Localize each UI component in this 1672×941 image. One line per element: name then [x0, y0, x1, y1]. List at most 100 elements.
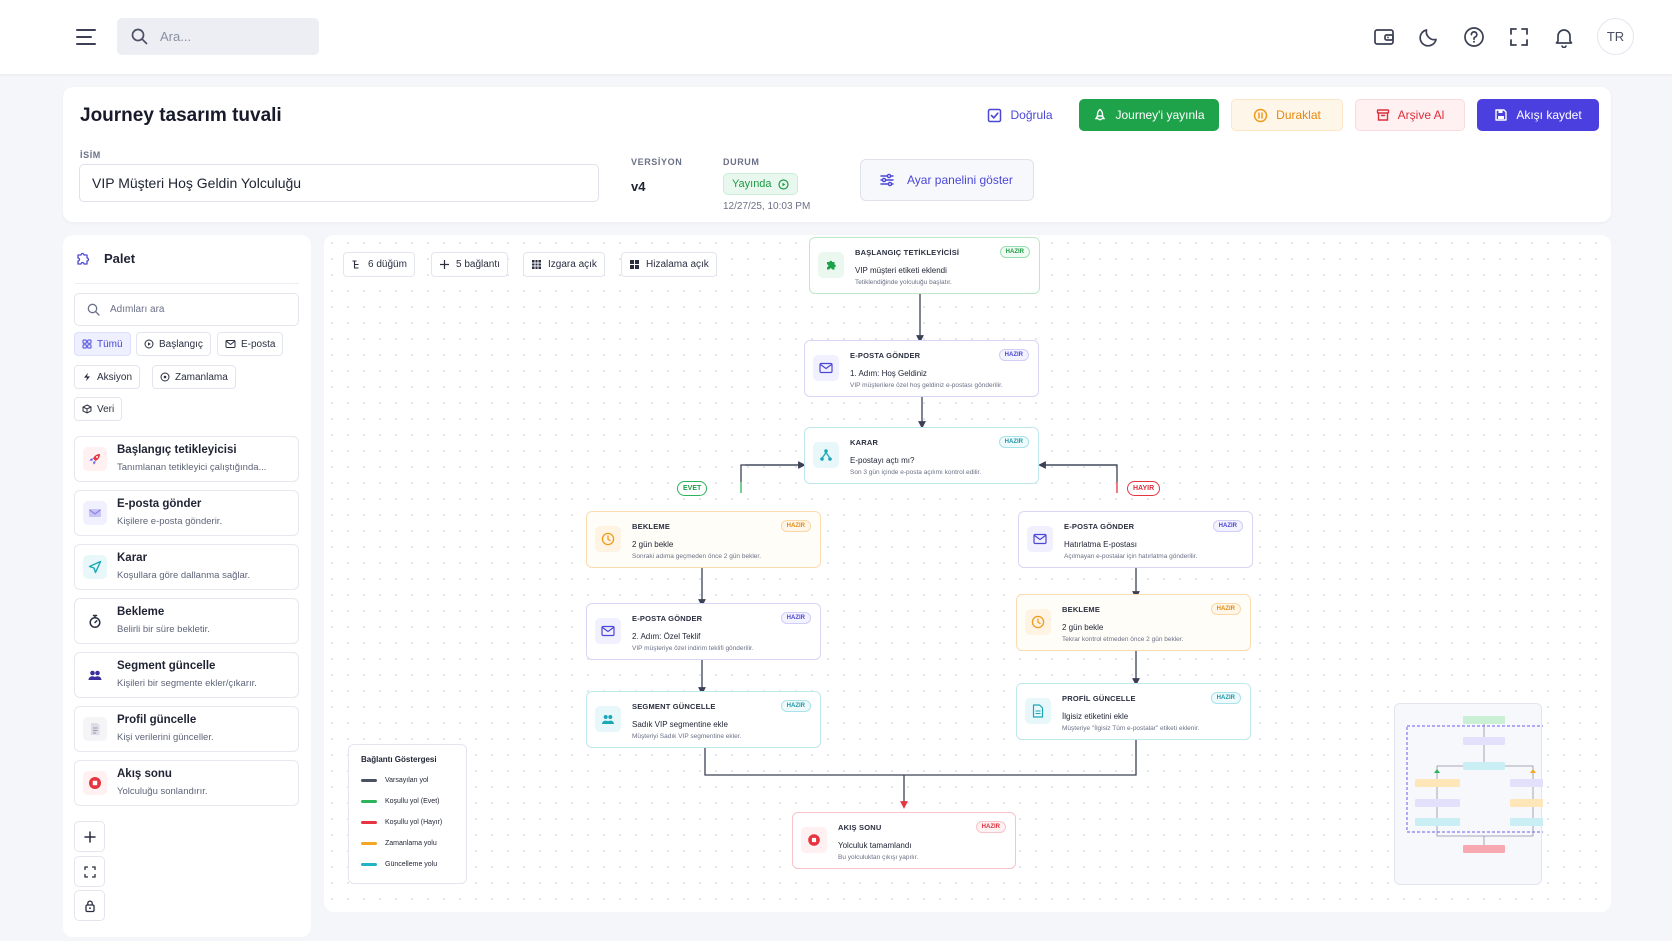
- language-avatar[interactable]: TR: [1597, 18, 1634, 55]
- node-reminder-email[interactable]: E-POSTA GÖNDER HAZIR Hatırlatma E-postas…: [1018, 511, 1253, 568]
- palette-item-title: Karar: [117, 552, 148, 564]
- filter-action[interactable]: Aksiyon: [74, 365, 141, 389]
- node-update-profile[interactable]: PROFİL GÜNCELLE HAZIR İlgisiz etiketini …: [1016, 683, 1251, 740]
- palette-item-start-trigger[interactable]: Başlangıç tetikleyicisi Tanımlanan tetik…: [74, 436, 299, 482]
- fit-view-icon: [83, 865, 96, 878]
- node-wait-right[interactable]: BEKLEME HAZIR 2 gün bekle Tekrar kontrol…: [1016, 594, 1251, 651]
- node-send-email-1[interactable]: E-POSTA GÖNDER HAZIR 1. Adım: Hoş Geldin…: [804, 340, 1039, 397]
- palette-item-desc: Kişileri bir segmente ekler/çıkarır.: [117, 678, 257, 689]
- palette-item-update-profile[interactable]: Profil güncelle Kişi verilerini güncelle…: [74, 706, 299, 752]
- fit-view-button[interactable]: [74, 856, 105, 887]
- node-desc: VIP müşteriye özel indirim teklifi gönde…: [632, 645, 754, 652]
- page-title: Journey tasarım tuvali: [80, 105, 282, 126]
- filter-all[interactable]: Tümü: [74, 332, 131, 356]
- search-input[interactable]: Ara...: [117, 18, 319, 55]
- filter-data[interactable]: Veri: [74, 397, 123, 421]
- menu-icon[interactable]: [75, 26, 97, 48]
- email-icon: [1027, 526, 1053, 552]
- journey-canvas[interactable]: 6 düğüm 5 bağlantı Izgara açık Hizalama …: [324, 235, 1611, 912]
- palette-header: Palet: [75, 251, 135, 266]
- checkbox-icon: [988, 108, 1002, 122]
- fullscreen-icon[interactable]: [1508, 26, 1530, 48]
- filter-start[interactable]: Başlangıç: [136, 332, 211, 356]
- stop-icon: [83, 771, 107, 795]
- filter-email[interactable]: E-posta: [217, 332, 284, 356]
- node-type: E-POSTA GÖNDER: [1064, 522, 1135, 531]
- node-send-email-2[interactable]: E-POSTA GÖNDER HAZIR 2. Adım: Özel Tekli…: [586, 603, 821, 660]
- email-icon: [595, 618, 621, 644]
- status-badge: Yayında: [723, 173, 798, 195]
- version-value: v4: [631, 179, 646, 194]
- puzzle-icon: [818, 252, 844, 278]
- puzzle-icon: [77, 252, 90, 265]
- node-title: 2 gün bekle: [1062, 623, 1104, 632]
- search-placeholder: Ara...: [160, 29, 192, 44]
- pause-icon: [1253, 108, 1268, 122]
- branch-no-label: HAYIR: [1127, 481, 1161, 496]
- publish-button[interactable]: Journey'i yayınla: [1079, 99, 1219, 131]
- legend-row: Varsayılan yol: [361, 777, 428, 784]
- node-flow-end[interactable]: AKIŞ SONU HAZIR Yolculuk tamamlandı Bu y…: [792, 812, 1016, 869]
- legend-label: Varsayılan yol: [385, 777, 429, 784]
- bolt-icon: [84, 372, 90, 382]
- pause-button[interactable]: Duraklat: [1231, 99, 1343, 131]
- node-status-badge: HAZIR: [998, 436, 1029, 448]
- node-desc: Sonraki adıma geçmeden önce 2 gün bekler…: [632, 553, 762, 560]
- rocket-icon: [1095, 108, 1106, 121]
- help-icon[interactable]: [1463, 26, 1485, 48]
- email-icon: [813, 355, 839, 381]
- settings-panel-button[interactable]: Ayar panelini göster: [860, 159, 1034, 201]
- wallet-icon[interactable]: [1373, 26, 1395, 48]
- publish-label: Journey'i yayınla: [1115, 108, 1205, 122]
- node-wait-left[interactable]: BEKLEME HAZIR 2 gün bekle Sonraki adıma …: [586, 511, 821, 568]
- archive-button[interactable]: Arşive Al: [1355, 99, 1465, 131]
- journey-name-input[interactable]: VIP Müşteri Hoş Geldin Yolculuğu: [79, 164, 599, 202]
- palette-search-input[interactable]: Adımları ara: [74, 293, 299, 326]
- lock-button[interactable]: [74, 890, 105, 921]
- palette-item-title: Başlangıç tetikleyicisi: [117, 444, 237, 456]
- node-type: PROFİL GÜNCELLE: [1062, 694, 1136, 703]
- palette-item-decision[interactable]: Karar Koşullara göre dallanma sağlar.: [74, 544, 299, 590]
- sliders-icon: [880, 173, 894, 187]
- legend-label: Güncelleme yolu: [385, 861, 438, 868]
- node-status-badge: HAZIR: [780, 612, 811, 624]
- node-title: 2. Adım: Özel Teklif: [632, 632, 701, 641]
- clock-icon: [595, 526, 621, 552]
- node-title: Hatırlatma E-postası: [1064, 540, 1137, 549]
- bell-icon[interactable]: [1553, 26, 1575, 48]
- play-circle-icon: [777, 178, 789, 190]
- node-start-trigger[interactable]: BAŞLANGIÇ TETİKLEYİCİSİ HAZIR VIP müşter…: [809, 237, 1040, 294]
- legend-title: Bağlantı Göstergesi: [361, 755, 437, 764]
- palette-item-title: Bekleme: [117, 606, 165, 618]
- play-circle-icon: [144, 339, 154, 349]
- palette-item-title: Akış sonu: [117, 768, 172, 780]
- palette-item-update-segment[interactable]: Segment güncelle Kişileri bir segmente e…: [74, 652, 299, 698]
- node-desc: Tetiklendiğinde yolculuğu başlatır.: [855, 279, 952, 286]
- save-button[interactable]: Akışı kaydet: [1477, 99, 1599, 131]
- rocket-icon: [83, 447, 107, 471]
- stop-icon: [801, 827, 827, 853]
- legend-label: Zamanlama yolu: [385, 840, 437, 847]
- palette-item-title: Segment güncelle: [117, 660, 216, 672]
- legend-row: Koşullu yol (Hayır): [361, 819, 442, 826]
- node-status-badge: HAZIR: [975, 821, 1006, 833]
- palette-item-flow-end[interactable]: Akış sonu Yolculuğu sonlandırır.: [74, 760, 299, 806]
- node-decision[interactable]: KARAR HAZIR E-postayı açtı mı? Son 3 gün…: [804, 427, 1039, 484]
- node-title: E-postayı açtı mı?: [850, 456, 915, 465]
- node-title: 1. Adım: Hoş Geldiniz: [850, 369, 927, 378]
- zoom-in-button[interactable]: [74, 821, 105, 852]
- validate-button[interactable]: Doğrula: [981, 99, 1059, 131]
- node-update-segment[interactable]: SEGMENT GÜNCELLE HAZIR Sadık VIP segment…: [586, 691, 821, 748]
- filter-timing-label: Zamanlama: [175, 371, 228, 383]
- minimap[interactable]: [1394, 703, 1543, 885]
- branch-yes-label: EVET: [677, 481, 708, 496]
- palette-item-send-email[interactable]: E-posta gönder Kişilere e-posta gönderir…: [74, 490, 299, 536]
- node-type: BAŞLANGIÇ TETİKLEYİCİSİ: [855, 248, 960, 257]
- moon-icon[interactable]: [1418, 26, 1440, 48]
- filter-timing[interactable]: Zamanlama: [152, 365, 236, 389]
- node-type: E-POSTA GÖNDER: [850, 351, 921, 360]
- filter-email-label: E-posta: [241, 338, 276, 350]
- divider: [75, 283, 299, 284]
- palette-item-wait[interactable]: Bekleme Belirli bir süre bekletir.: [74, 598, 299, 644]
- legend-row: Güncelleme yolu: [361, 861, 437, 868]
